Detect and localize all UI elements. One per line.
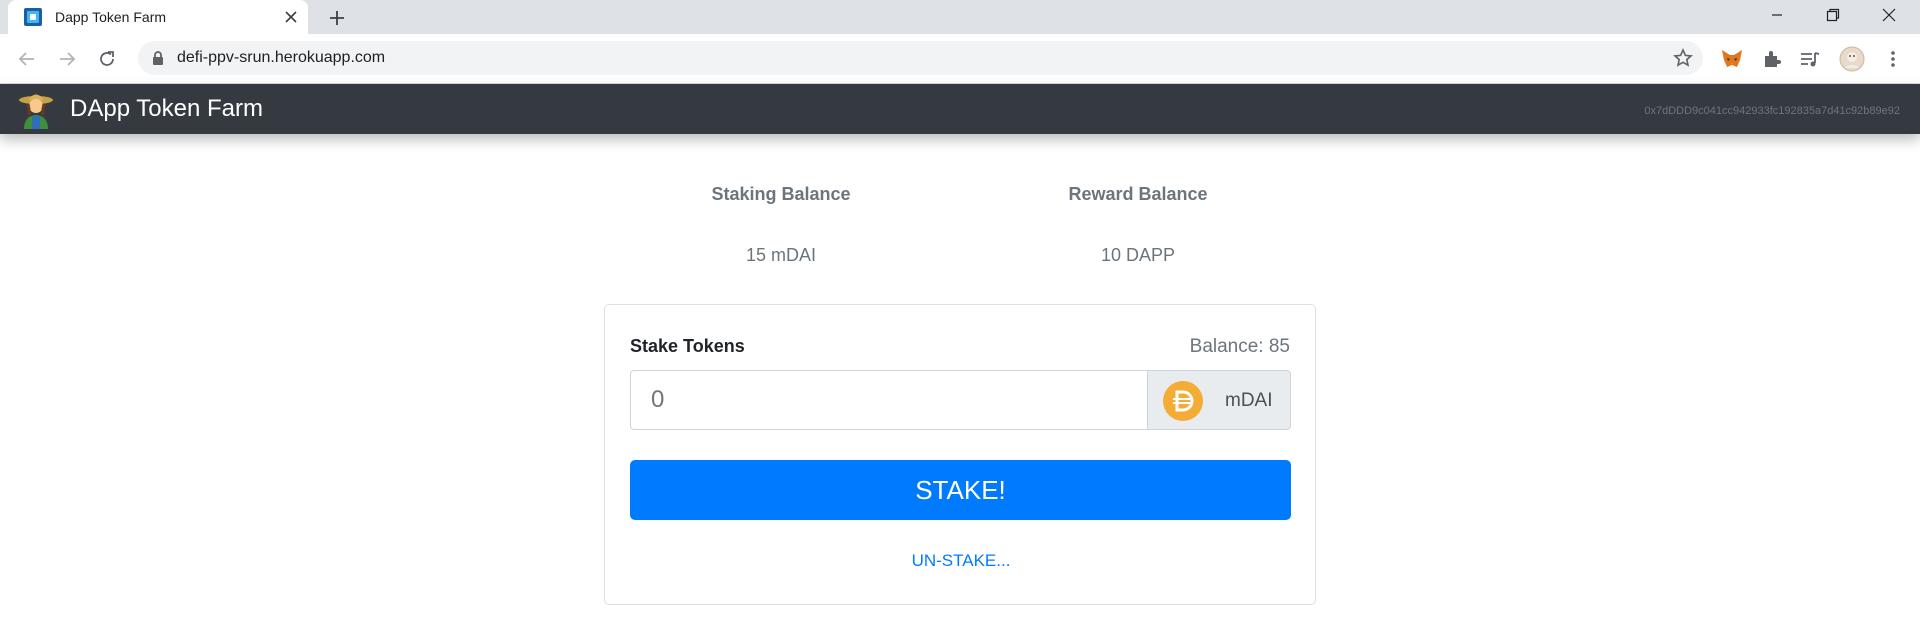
metamask-fox-icon[interactable]: [1719, 46, 1745, 72]
window-close-icon[interactable]: [1866, 0, 1912, 30]
unstake-link[interactable]: UN-STAKE...: [605, 551, 1317, 571]
puzzle-icon[interactable]: [1759, 46, 1785, 72]
browser-toolbar: defi-ppv-srun.herokuapp.com: [0, 34, 1920, 84]
arrow-right-icon[interactable]: [52, 44, 82, 74]
staking-balance-value: 15 mDAI: [745, 245, 817, 265]
url-text[interactable]: defi-ppv-srun.herokuapp.com: [177, 49, 385, 67]
arrow-left-icon[interactable]: [12, 44, 42, 74]
token-symbol: mDAI: [1225, 390, 1273, 411]
stake-button[interactable]: STAKE!: [630, 460, 1291, 520]
browser-tab-strip: Dapp Token Farm: [0, 0, 1920, 34]
stake-amount-input[interactable]: [630, 370, 1148, 430]
app-brand[interactable]: DApp Token Farm: [70, 95, 263, 123]
token-balance: Balance: 85: [1189, 336, 1290, 357]
app-favicon-icon: [24, 8, 42, 26]
stake-input-group: mDAI: [630, 370, 1291, 430]
plus-icon[interactable]: [323, 4, 351, 32]
staking-balance-heading: Staking Balance: [711, 184, 851, 204]
farmer-icon: [19, 94, 53, 129]
kebab-menu-icon[interactable]: [1880, 46, 1906, 72]
address-bar[interactable]: defi-ppv-srun.herokuapp.com: [138, 41, 1703, 75]
stake-card: Stake Tokens Balance: 85 mDAI STAKE! UN-…: [604, 304, 1316, 605]
restore-icon[interactable]: [1810, 0, 1856, 30]
minimize-icon[interactable]: [1754, 0, 1800, 30]
media-queue-icon[interactable]: [1797, 46, 1823, 72]
account-address: 0x7dDDD9c041cc942933fc192835a7d41c92b89e…: [1644, 105, 1900, 117]
close-icon[interactable]: [280, 6, 302, 28]
tab-title: Dapp Token Farm: [55, 9, 167, 25]
reload-icon[interactable]: [92, 44, 122, 74]
token-addon: mDAI: [1147, 370, 1291, 430]
stake-tokens-label: Stake Tokens: [630, 336, 745, 356]
lock-icon[interactable]: [150, 50, 166, 66]
app-navbar: DApp Token Farm 0x7dDDD9c041cc942933fc19…: [0, 84, 1920, 134]
dai-token-icon: [1163, 381, 1203, 421]
star-icon[interactable]: [1673, 48, 1693, 68]
reward-balance-heading: Reward Balance: [1068, 184, 1208, 204]
browser-tab[interactable]: Dapp Token Farm: [8, 0, 308, 34]
profile-avatar[interactable]: [1839, 46, 1865, 72]
reward-balance-value: 10 DAPP: [1100, 245, 1176, 265]
